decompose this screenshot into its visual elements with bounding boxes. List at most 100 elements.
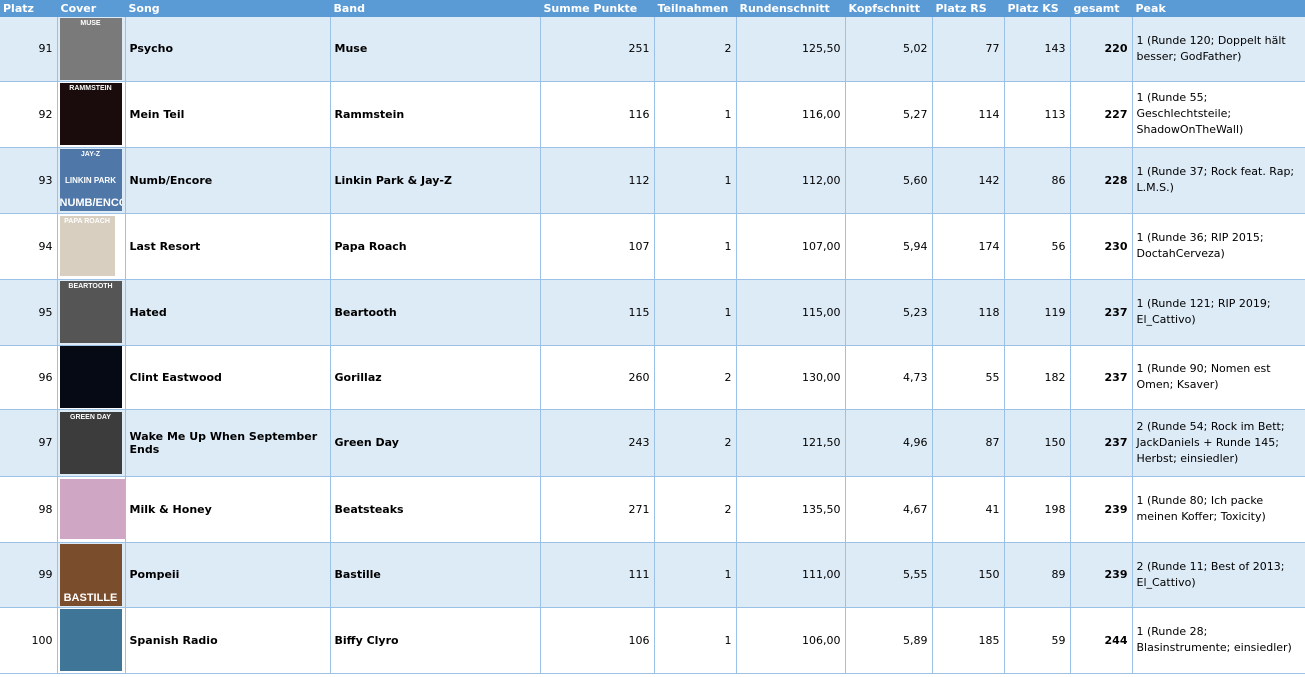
cell-band[interactable]: Linkin Park & Jay-Z xyxy=(330,147,541,214)
cell-platz-ks[interactable]: 182 xyxy=(1004,345,1071,410)
cell-teilnahmen[interactable]: 2 xyxy=(654,17,737,82)
cell-rundenschnitt[interactable]: 107,00 xyxy=(736,213,846,280)
cell-cover[interactable]: RAMMSTEIN xyxy=(57,81,126,148)
header-cover[interactable]: Cover xyxy=(57,0,126,17)
cell-platz-ks[interactable]: 89 xyxy=(1004,542,1071,608)
header-rundenschnitt[interactable]: Rundenschnitt xyxy=(736,0,846,17)
cell-platz[interactable]: 91 xyxy=(0,17,58,82)
cell-platz-ks[interactable]: 59 xyxy=(1004,607,1071,674)
cell-platz-rs[interactable]: 118 xyxy=(932,279,1005,346)
cell-peak[interactable]: 1 (Runde 90; Nomen est Omen; Ksaver) xyxy=(1132,345,1305,410)
cell-platz-rs[interactable]: 55 xyxy=(932,345,1005,410)
cell-platz-ks[interactable]: 143 xyxy=(1004,17,1071,82)
cell-kopfschnitt[interactable]: 5,23 xyxy=(845,279,933,346)
cell-rundenschnitt[interactable]: 135,50 xyxy=(736,476,846,543)
cell-platz-ks[interactable]: 56 xyxy=(1004,213,1071,280)
cell-gesamt[interactable]: 244 xyxy=(1070,607,1133,674)
cell-platz[interactable]: 93 xyxy=(0,147,58,214)
cell-summe-punkte[interactable]: 260 xyxy=(540,345,655,410)
cell-cover[interactable] xyxy=(57,607,126,674)
cell-peak[interactable]: 1 (Runde 55; Geschlechtsteile; ShadowOnT… xyxy=(1132,81,1305,148)
cell-summe-punkte[interactable]: 271 xyxy=(540,476,655,543)
cell-summe-punkte[interactable]: 115 xyxy=(540,279,655,346)
cell-platz-rs[interactable]: 41 xyxy=(932,476,1005,543)
cell-teilnahmen[interactable]: 2 xyxy=(654,476,737,543)
cell-platz-ks[interactable]: 86 xyxy=(1004,147,1071,214)
cell-song[interactable]: Numb/Encore xyxy=(125,147,331,214)
cell-kopfschnitt[interactable]: 4,67 xyxy=(845,476,933,543)
cell-cover[interactable] xyxy=(57,476,126,543)
cell-platz[interactable]: 94 xyxy=(0,213,58,280)
cell-gesamt[interactable]: 237 xyxy=(1070,409,1133,477)
cell-summe-punkte[interactable]: 116 xyxy=(540,81,655,148)
cell-platz-rs[interactable]: 114 xyxy=(932,81,1005,148)
header-platz-ks[interactable]: Platz KS xyxy=(1004,0,1071,17)
cell-band[interactable]: Bastille xyxy=(330,542,541,608)
header-platz-rs[interactable]: Platz RS xyxy=(932,0,1005,17)
header-kopfschnitt[interactable]: Kopfschnitt xyxy=(845,0,933,17)
cell-song[interactable]: Mein Teil xyxy=(125,81,331,148)
cell-band[interactable]: Gorillaz xyxy=(330,345,541,410)
cell-summe-punkte[interactable]: 106 xyxy=(540,607,655,674)
cell-summe-punkte[interactable]: 243 xyxy=(540,409,655,477)
cell-rundenschnitt[interactable]: 116,00 xyxy=(736,81,846,148)
cell-summe-punkte[interactable]: 111 xyxy=(540,542,655,608)
cell-band[interactable]: Papa Roach xyxy=(330,213,541,280)
cell-platz[interactable]: 96 xyxy=(0,345,58,410)
cell-rundenschnitt[interactable]: 130,00 xyxy=(736,345,846,410)
cell-teilnahmen[interactable]: 1 xyxy=(654,542,737,608)
cell-peak[interactable]: 2 (Runde 11; Best of 2013; El_Cattivo) xyxy=(1132,542,1305,608)
cell-rundenschnitt[interactable]: 125,50 xyxy=(736,17,846,82)
cell-song[interactable]: Milk & Honey xyxy=(125,476,331,543)
cell-cover[interactable]: JAY-Z LINKIN PARK NUMB/ENCORE xyxy=(57,147,126,214)
cell-cover[interactable]: BEARTOOTH xyxy=(57,279,126,346)
cell-teilnahmen[interactable]: 2 xyxy=(654,409,737,477)
cell-platz-rs[interactable]: 174 xyxy=(932,213,1005,280)
cell-teilnahmen[interactable]: 1 xyxy=(654,607,737,674)
cell-platz[interactable]: 92 xyxy=(0,81,58,148)
cell-summe-punkte[interactable]: 107 xyxy=(540,213,655,280)
cell-band[interactable]: Muse xyxy=(330,17,541,82)
cell-kopfschnitt[interactable]: 5,60 xyxy=(845,147,933,214)
cell-rundenschnitt[interactable]: 106,00 xyxy=(736,607,846,674)
cell-platz-ks[interactable]: 119 xyxy=(1004,279,1071,346)
cell-song[interactable]: Spanish Radio xyxy=(125,607,331,674)
cell-platz[interactable]: 99 xyxy=(0,542,58,608)
cell-gesamt[interactable]: 237 xyxy=(1070,279,1133,346)
cell-summe-punkte[interactable]: 251 xyxy=(540,17,655,82)
cell-kopfschnitt[interactable]: 5,27 xyxy=(845,81,933,148)
cell-kopfschnitt[interactable]: 4,73 xyxy=(845,345,933,410)
cell-peak[interactable]: 1 (Runde 80; Ich packe meinen Koffer; To… xyxy=(1132,476,1305,543)
cell-song[interactable]: Last Resort xyxy=(125,213,331,280)
cell-peak[interactable]: 1 (Runde 120; Doppelt hält besser; GodFa… xyxy=(1132,17,1305,82)
cell-cover[interactable]: PAPA ROACH xyxy=(57,213,126,280)
cell-platz-rs[interactable]: 77 xyxy=(932,17,1005,82)
cell-teilnahmen[interactable]: 1 xyxy=(654,147,737,214)
cell-platz[interactable]: 100 xyxy=(0,607,58,674)
cell-gesamt[interactable]: 228 xyxy=(1070,147,1133,214)
cell-band[interactable]: Green Day xyxy=(330,409,541,477)
cell-band[interactable]: Beartooth xyxy=(330,279,541,346)
header-song[interactable]: Song xyxy=(125,0,331,17)
cell-rundenschnitt[interactable]: 115,00 xyxy=(736,279,846,346)
header-gesamt[interactable]: gesamt xyxy=(1070,0,1133,17)
cell-cover[interactable] xyxy=(57,345,126,410)
cell-song[interactable]: Pompeii xyxy=(125,542,331,608)
cell-rundenschnitt[interactable]: 112,00 xyxy=(736,147,846,214)
cell-teilnahmen[interactable]: 2 xyxy=(654,345,737,410)
cell-kopfschnitt[interactable]: 4,96 xyxy=(845,409,933,477)
cell-song[interactable]: Hated xyxy=(125,279,331,346)
cell-platz[interactable]: 97 xyxy=(0,409,58,477)
cell-kopfschnitt[interactable]: 5,89 xyxy=(845,607,933,674)
cell-platz-rs[interactable]: 185 xyxy=(932,607,1005,674)
cell-cover[interactable]: GREEN DAY xyxy=(57,409,126,477)
cell-band[interactable]: Beatsteaks xyxy=(330,476,541,543)
cell-song[interactable]: Wake Me Up When September Ends xyxy=(125,409,331,477)
cell-cover[interactable]: MUSE xyxy=(57,17,126,82)
cell-teilnahmen[interactable]: 1 xyxy=(654,213,737,280)
header-summe-punkte[interactable]: Summe Punkte xyxy=(540,0,655,17)
cell-band[interactable]: Rammstein xyxy=(330,81,541,148)
cell-summe-punkte[interactable]: 112 xyxy=(540,147,655,214)
header-peak[interactable]: Peak xyxy=(1132,0,1305,17)
cell-peak[interactable]: 2 (Runde 54; Rock im Bett; JackDaniels +… xyxy=(1132,409,1305,477)
